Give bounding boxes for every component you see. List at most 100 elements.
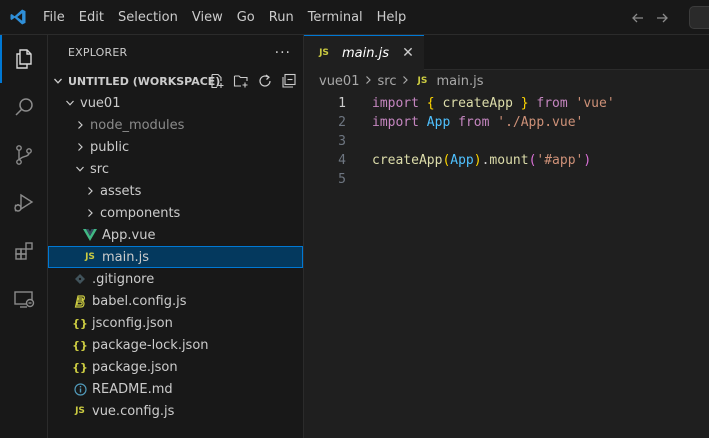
json-file-icon: {}: [72, 360, 88, 374]
line-number: 3: [338, 134, 346, 149]
vscode-logo-icon: [0, 0, 36, 35]
chevron-right-icon: [82, 205, 98, 221]
chevron-down-icon: [72, 161, 88, 177]
tree-item-vue-config-js[interactable]: JS vue.config.js: [48, 400, 303, 422]
menu-item-terminal[interactable]: Terminal: [301, 0, 370, 35]
chevron-right-icon: [400, 75, 410, 88]
chevron-right-icon: [72, 139, 88, 155]
json-file-icon: {}: [72, 316, 88, 330]
chevron-right-icon: [363, 75, 373, 88]
tree-item-label: babel.config.js: [92, 293, 187, 309]
chevron-down-icon: [50, 73, 66, 89]
tree-item-app-vue[interactable]: App.vue: [48, 224, 303, 246]
explorer-sidebar: EXPLORER ··· UNTITLED (WORKSPACE) vue01 n…: [48, 35, 304, 438]
tree-item-label: node_modules: [90, 117, 185, 133]
code-editor[interactable]: 1 import { createApp } from 'vue' 2 import …: [304, 92, 709, 189]
tree-item-label: jsconfig.json: [92, 315, 173, 331]
menu-bar: File Edit Selection View Go Run Terminal Help: [36, 0, 413, 35]
tree-item-label: src: [90, 161, 109, 177]
menu-item-run[interactable]: Run: [262, 0, 301, 35]
code-line[interactable]: 1 import { createApp } from 'vue': [304, 94, 709, 113]
info-icon: [72, 381, 88, 397]
line-number: 5: [338, 172, 346, 187]
new-file-icon[interactable]: [209, 73, 225, 89]
tree-item-package-lock-json[interactable]: {} package-lock.json: [48, 334, 303, 356]
tree-item-label: README.md: [92, 381, 173, 397]
remote-explorer-icon[interactable]: [0, 275, 48, 323]
source-control-icon[interactable]: [0, 131, 48, 179]
tree-item-assets[interactable]: assets: [48, 180, 303, 202]
code-text: import { createApp } from 'vue': [372, 96, 615, 111]
line-number: 4: [338, 153, 346, 168]
tree-item-label: package.json: [92, 359, 178, 375]
refresh-icon[interactable]: [257, 73, 273, 89]
code-text: createApp(App).mount('#app'): [372, 153, 592, 168]
code-line[interactable]: 3: [304, 132, 709, 151]
run-debug-icon[interactable]: [0, 179, 48, 227]
menu-item-selection[interactable]: Selection: [111, 0, 185, 35]
tree-item-public[interactable]: public: [48, 136, 303, 158]
menu-item-file[interactable]: File: [36, 0, 72, 35]
tree-item-main-js[interactable]: JS main.js: [48, 246, 303, 268]
json-file-icon: {}: [72, 338, 88, 352]
tree-item-label: components: [100, 205, 181, 221]
breadcrumb-item-vue01[interactable]: vue01: [319, 74, 359, 89]
chevron-right-icon: [72, 117, 88, 133]
tree-item-label: main.js: [102, 249, 149, 265]
code-line[interactable]: 2 import App from './App.vue': [304, 113, 709, 132]
tab-bar: JS main.js ✕: [304, 35, 709, 70]
forward-arrow-icon[interactable]: [655, 11, 669, 25]
command-center-search[interactable]: [689, 6, 709, 29]
tree-item-package-json[interactable]: {} package.json: [48, 356, 303, 378]
tree-item-label: assets: [100, 183, 142, 199]
menu-item-help[interactable]: Help: [370, 0, 414, 35]
file-tree: vue01 node_modulespublic src assets componen…: [48, 92, 303, 422]
tree-item-gitignore[interactable]: .gitignore: [48, 268, 303, 290]
code-line[interactable]: 5: [304, 170, 709, 189]
tree-item-label: .gitignore: [92, 271, 155, 287]
code-line[interactable]: 4 createApp(App).mount('#app'): [304, 151, 709, 170]
explorer-icon[interactable]: [0, 35, 48, 83]
tree-item-label: package-lock.json: [92, 337, 209, 353]
sidebar-title: EXPLORER: [68, 46, 128, 59]
tree-item-babel-config-js[interactable]: babel.config.js: [48, 290, 303, 312]
tree-item-label: vue01: [80, 95, 121, 111]
close-icon[interactable]: ✕: [400, 45, 416, 61]
breadcrumb: vue01 src JS main.js: [304, 70, 709, 92]
js-file-icon: JS: [85, 252, 95, 262]
tree-item-vue01[interactable]: vue01: [48, 92, 303, 114]
menu-item-view[interactable]: View: [185, 0, 230, 35]
js-file-icon: JS: [417, 76, 428, 86]
line-number: 2: [338, 115, 346, 130]
editor-area: JS main.js ✕ vue01 src JS main.js 1 impor…: [304, 35, 709, 438]
menu-item-edit[interactable]: Edit: [72, 0, 111, 35]
extensions-icon[interactable]: [0, 227, 48, 275]
tab-main-js[interactable]: JS main.js ✕: [304, 35, 424, 70]
workspace-label: UNTITLED (WORKSPACE): [68, 74, 221, 88]
tree-item-components[interactable]: components: [48, 202, 303, 224]
menu-item-go[interactable]: Go: [230, 0, 262, 35]
git-file-icon: [72, 271, 88, 287]
js-file-icon: JS: [75, 406, 85, 416]
breadcrumb-item-src[interactable]: src: [377, 74, 396, 89]
vue-file-icon: [82, 227, 98, 243]
search-icon[interactable]: [0, 83, 48, 131]
chevron-down-icon: [62, 95, 78, 111]
js-file-icon: JS: [319, 48, 329, 58]
new-folder-icon[interactable]: [233, 73, 249, 89]
tree-item-jsconfig-json[interactable]: {} jsconfig.json: [48, 312, 303, 334]
back-arrow-icon[interactable]: [631, 11, 645, 25]
tree-item-label: public: [90, 139, 130, 155]
workspace-section-header[interactable]: UNTITLED (WORKSPACE): [48, 70, 303, 92]
activity-bar: [0, 35, 48, 438]
tab-label: main.js: [342, 45, 389, 61]
breadcrumb-item-main-js[interactable]: main.js: [436, 74, 483, 89]
tree-item-node-modules[interactable]: node_modules: [48, 114, 303, 136]
line-number: 1: [338, 96, 346, 111]
chevron-right-icon: [82, 183, 98, 199]
collapse-all-icon[interactable]: [281, 73, 297, 89]
tree-item-label: App.vue: [102, 227, 156, 243]
more-actions-icon[interactable]: ···: [275, 45, 291, 61]
tree-item-src[interactable]: src: [48, 158, 303, 180]
tree-item-readme-md[interactable]: README.md: [48, 378, 303, 400]
